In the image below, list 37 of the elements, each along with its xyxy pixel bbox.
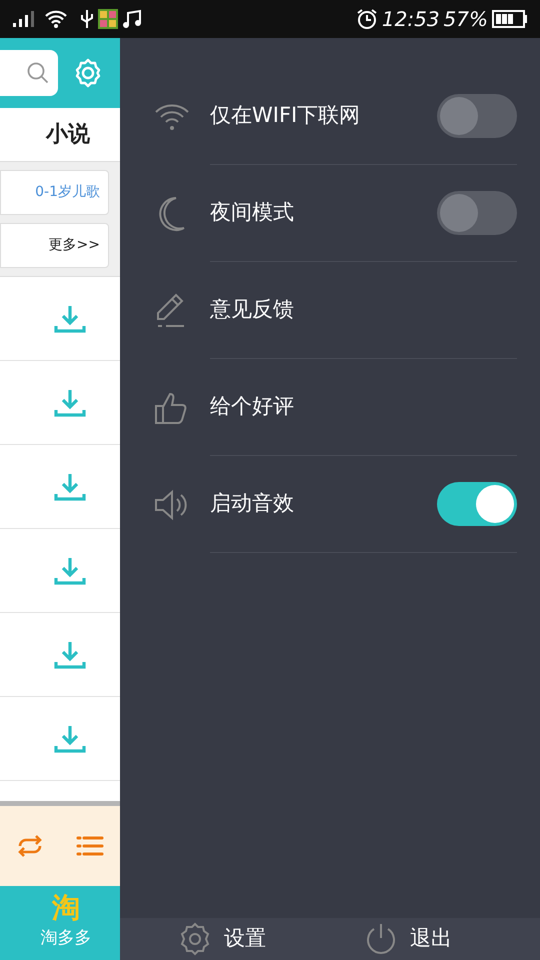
app-icon [98, 9, 118, 29]
setting-label: 夜间模式 [210, 199, 295, 226]
setting-label: 启动音效 [210, 490, 295, 518]
usb-icon [80, 9, 94, 29]
battery-icon [492, 10, 528, 28]
wifi-icon [44, 9, 68, 29]
alarm-icon [356, 8, 378, 30]
playlist-icon[interactable] [76, 834, 104, 858]
download-icon[interactable] [54, 388, 86, 418]
speaker-icon [154, 488, 188, 520]
download-icon[interactable] [54, 724, 86, 754]
clock-time: 12:53 [382, 6, 440, 33]
download-icon[interactable] [54, 556, 86, 586]
search-icon [26, 61, 50, 85]
signal-icon [12, 10, 36, 28]
app-logo: 淘 [52, 894, 80, 922]
search-field[interactable] [0, 50, 58, 96]
repeat-icon[interactable] [16, 834, 44, 858]
power-icon [364, 922, 398, 956]
download-icon[interactable] [54, 304, 86, 334]
music-icon [122, 9, 142, 29]
footer-button[interactable]: 设置 [178, 922, 266, 956]
wifi-icon [154, 102, 190, 132]
toggle-switch[interactable] [437, 191, 517, 235]
settings-icon [178, 922, 212, 956]
app-name: 淘多多 [40, 927, 92, 950]
toggle-switch[interactable] [437, 482, 517, 526]
toggle-switch[interactable] [437, 94, 517, 138]
download-icon[interactable] [54, 640, 86, 670]
setting-label: 仅在WIFI下联网 [210, 102, 362, 130]
tag-button[interactable]: 更多>> [0, 223, 109, 268]
download-icon[interactable] [54, 472, 86, 502]
setting-label: 意见反馈 [210, 296, 295, 324]
thumbs-up-icon [154, 390, 188, 424]
setting-label: 给个好评 [210, 393, 295, 420]
footer-button[interactable]: 退出 [364, 922, 452, 956]
battery-percent: 57% [444, 6, 488, 33]
